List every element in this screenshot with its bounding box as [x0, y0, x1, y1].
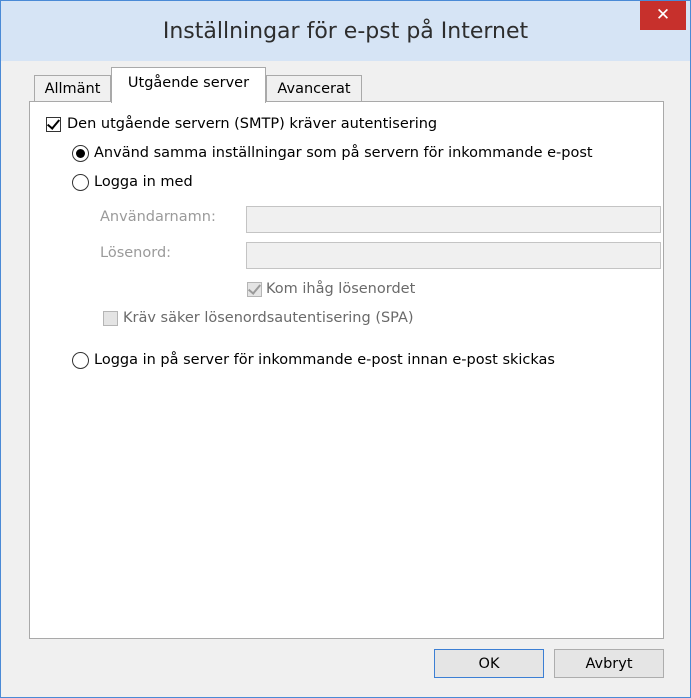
tab-advanced[interactable]: Avancerat	[266, 75, 362, 102]
checkmark-icon	[46, 116, 61, 130]
radio-same-settings-label: Använd samma inställningar som på server…	[94, 145, 593, 161]
require-spa-label: Kräv säker lösenordsautentisering (SPA)	[123, 310, 414, 326]
window-title: Inställningar för e-pst på Internet	[162, 19, 529, 44]
smtp-auth-label: Den utgående servern (SMTP) kräver auten…	[67, 116, 438, 132]
title-bar[interactable]: Inställningar för e-pst på Internet ✕	[1, 1, 690, 61]
smtp-auth-checkbox[interactable]	[46, 116, 61, 132]
radio-selected-dot	[76, 149, 85, 158]
require-spa-checkbox[interactable]	[103, 311, 118, 326]
tab-outgoing-server[interactable]: Utgående server	[111, 67, 266, 103]
remember-password-checkbox[interactable]	[247, 281, 262, 297]
dialog-window: Inställningar för e-pst på Internet ✕ Al…	[0, 0, 691, 698]
radio-same-settings[interactable]	[72, 145, 89, 162]
tab-panel-outgoing-server: Den utgående servern (SMTP) kräver auten…	[29, 101, 664, 639]
radio-login-with[interactable]	[72, 174, 89, 191]
radio-login-incoming-first[interactable]	[72, 352, 89, 369]
password-label: Lösenord:	[100, 245, 172, 261]
username-field[interactable]	[246, 206, 661, 233]
radio-login-with-label: Logga in med	[94, 174, 193, 190]
cancel-button[interactable]: Avbryt	[554, 649, 664, 678]
password-field[interactable]	[246, 242, 661, 269]
checkmark-icon	[247, 281, 262, 295]
close-button[interactable]: ✕	[640, 1, 686, 30]
ok-button[interactable]: OK	[434, 649, 544, 678]
close-icon: ✕	[655, 5, 671, 25]
dialog-client-area: Allmänt Utgående server Avancerat Den ut…	[1, 61, 690, 697]
tab-general[interactable]: Allmänt	[34, 75, 111, 102]
username-label: Användarnamn:	[100, 209, 216, 225]
remember-password-label: Kom ihåg lösenordet	[266, 281, 416, 297]
radio-login-incoming-first-label: Logga in på server för inkommande e-post…	[94, 352, 555, 368]
